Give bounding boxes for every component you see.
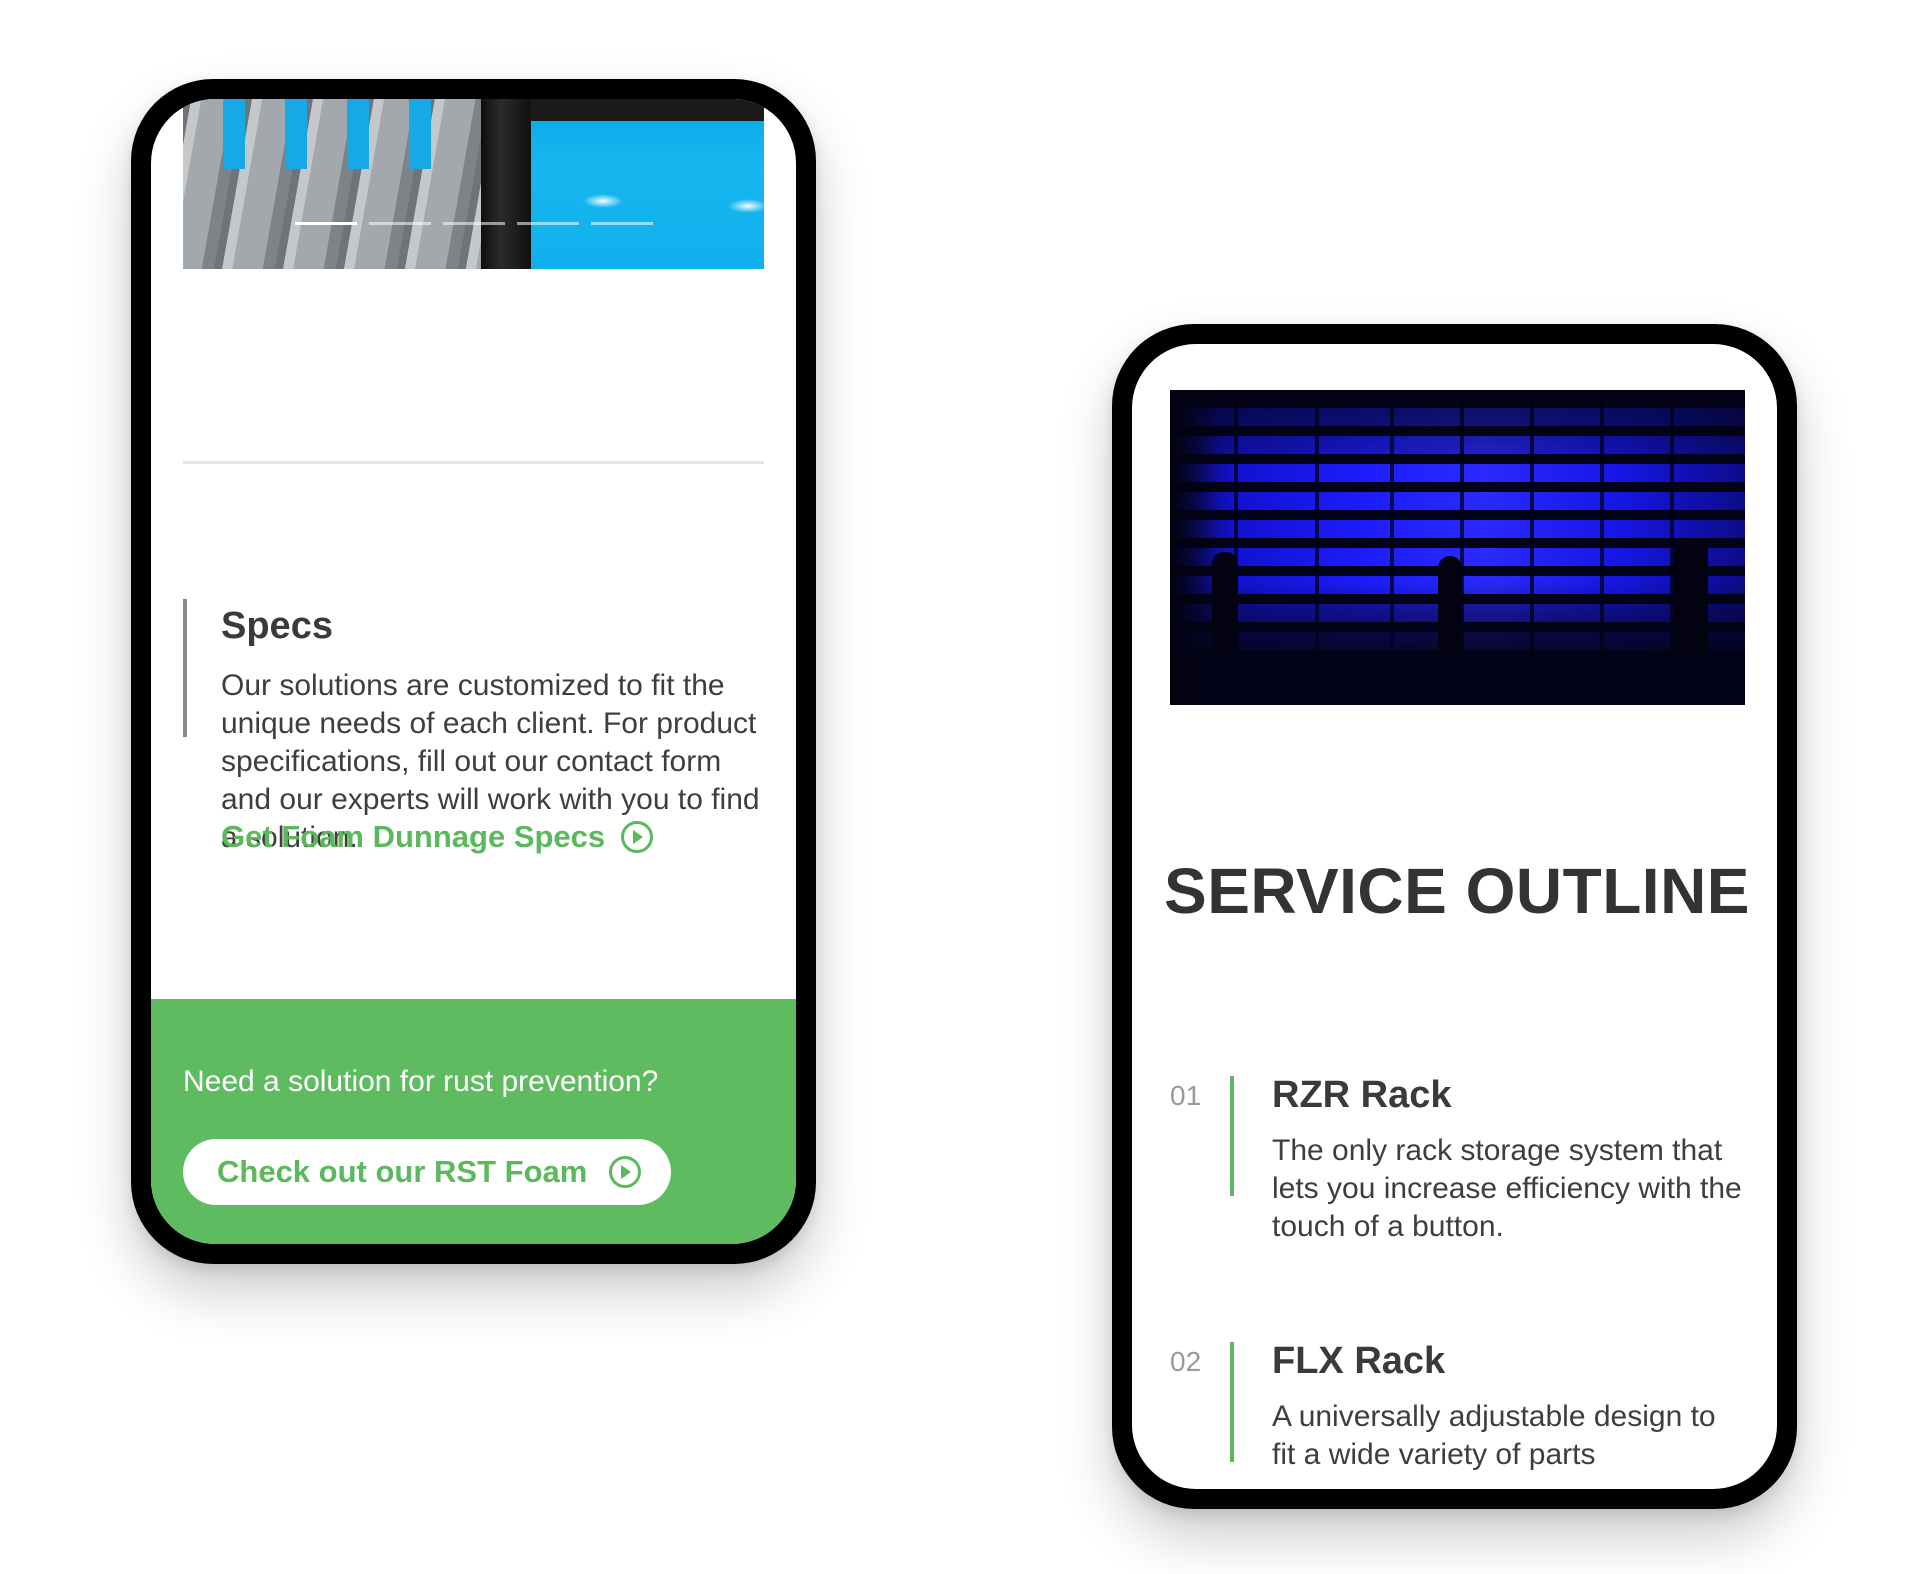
carousel-dot[interactable] xyxy=(295,222,357,225)
hero-image-detail xyxy=(347,99,369,169)
hero-image-detail xyxy=(409,99,431,169)
hero-image-dark-band xyxy=(517,99,764,121)
hero-image-carousel[interactable] xyxy=(183,99,764,269)
service-description: A universally adjustable design to fit a… xyxy=(1272,1400,1716,1471)
phone-mockup-right: SERVICE OUTLINE 01 RZR Rack The only rac… xyxy=(1112,324,1797,1509)
phone-screen-right: SERVICE OUTLINE 01 RZR Rack The only rac… xyxy=(1132,344,1777,1489)
specs-accent-bar xyxy=(183,599,187,737)
service-number: 01 xyxy=(1170,1080,1202,1111)
carousel-dot[interactable] xyxy=(369,222,431,225)
hero-image-shading xyxy=(1170,390,1745,705)
cta-banner: Need a solution for rust prevention? Che… xyxy=(151,999,796,1244)
service-outline-title: SERVICE OUTLINE xyxy=(1164,855,1750,927)
hero-image-divider xyxy=(481,99,531,269)
cta-question: Need a solution for rust prevention? xyxy=(183,1065,659,1098)
section-divider xyxy=(183,461,764,464)
rst-foam-button[interactable]: Check out our RST Foam xyxy=(183,1139,672,1205)
hero-image-blue-panel xyxy=(517,99,764,269)
hero-image-blue-wall xyxy=(1170,390,1745,705)
get-specs-link-label: Get Foam Dunnage Specs xyxy=(221,819,606,854)
get-specs-link[interactable]: Get Foam Dunnage Specs xyxy=(221,819,654,855)
play-circle-icon xyxy=(621,821,654,853)
service-number: 02 xyxy=(1170,1346,1202,1377)
phone-screen-left: Specs Our solutions are customized to fi… xyxy=(151,99,796,1244)
hero-image-detail xyxy=(285,99,307,169)
hero-image-glint xyxy=(583,194,623,208)
play-circle-icon xyxy=(609,1156,642,1188)
specs-title: Specs xyxy=(221,605,333,647)
hero-image-shading xyxy=(1170,390,1220,705)
carousel-dot[interactable] xyxy=(443,222,505,225)
service-name: RZR Rack xyxy=(1272,1074,1452,1116)
carousel-dot[interactable] xyxy=(591,222,653,225)
service-accent-bar xyxy=(1230,1076,1234,1196)
phone-mockup-left: Specs Our solutions are customized to fi… xyxy=(131,79,816,1264)
service-name: FLX Rack xyxy=(1272,1340,1446,1382)
service-description: The only rack storage system that lets y… xyxy=(1272,1134,1742,1243)
hero-image-detail xyxy=(223,99,245,169)
hero-image-glint xyxy=(728,199,764,213)
carousel-indicators xyxy=(295,222,653,225)
silhouette-person xyxy=(1674,540,1708,660)
silhouette-person xyxy=(1212,552,1238,652)
rst-foam-button-label: Check out our RST Foam xyxy=(217,1154,588,1189)
carousel-dot[interactable] xyxy=(517,222,579,225)
silhouette-person xyxy=(1438,556,1462,652)
service-accent-bar xyxy=(1230,1342,1234,1462)
